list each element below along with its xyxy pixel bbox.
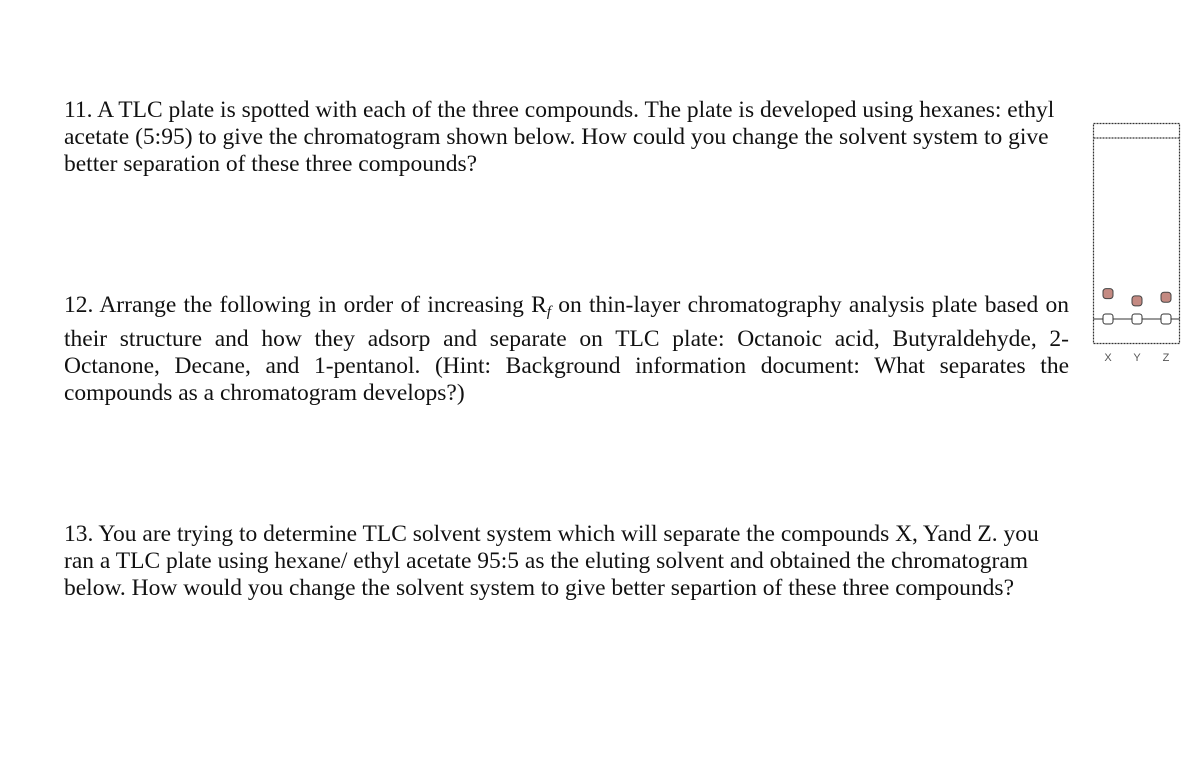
developed-spot-y <box>1131 295 1143 307</box>
origin-spot-x <box>1102 313 1114 325</box>
question-12: 12. Arrange the following in order of in… <box>64 292 1069 407</box>
question-11: 11. A TLC plate is spotted with each of … <box>64 97 1064 178</box>
lane-label-y: Y <box>1133 352 1141 364</box>
question-12-text-start: Arrange the following in order of increa… <box>99 292 547 318</box>
developed-spot-x <box>1102 288 1114 300</box>
tlc-plate-outline <box>1092 122 1181 345</box>
lane-label-x: X <box>1104 352 1112 364</box>
origin-spot-z <box>1160 313 1172 325</box>
question-13: 13. You are trying to determine TLC solv… <box>64 521 1064 602</box>
question-13-text: You are trying to determine TLC solvent … <box>64 521 1039 601</box>
question-13-number: 13. <box>64 521 94 547</box>
question-11-text: A TLC plate is spotted with each of the … <box>64 97 1055 177</box>
question-12-number: 12. <box>64 292 94 318</box>
developed-spot-z <box>1160 291 1172 303</box>
lane-label-z: Z <box>1163 352 1170 364</box>
tlc-plate-diagram: X Y Z <box>1092 122 1181 364</box>
origin-spot-y <box>1131 313 1143 325</box>
question-11-number: 11. <box>64 97 93 123</box>
